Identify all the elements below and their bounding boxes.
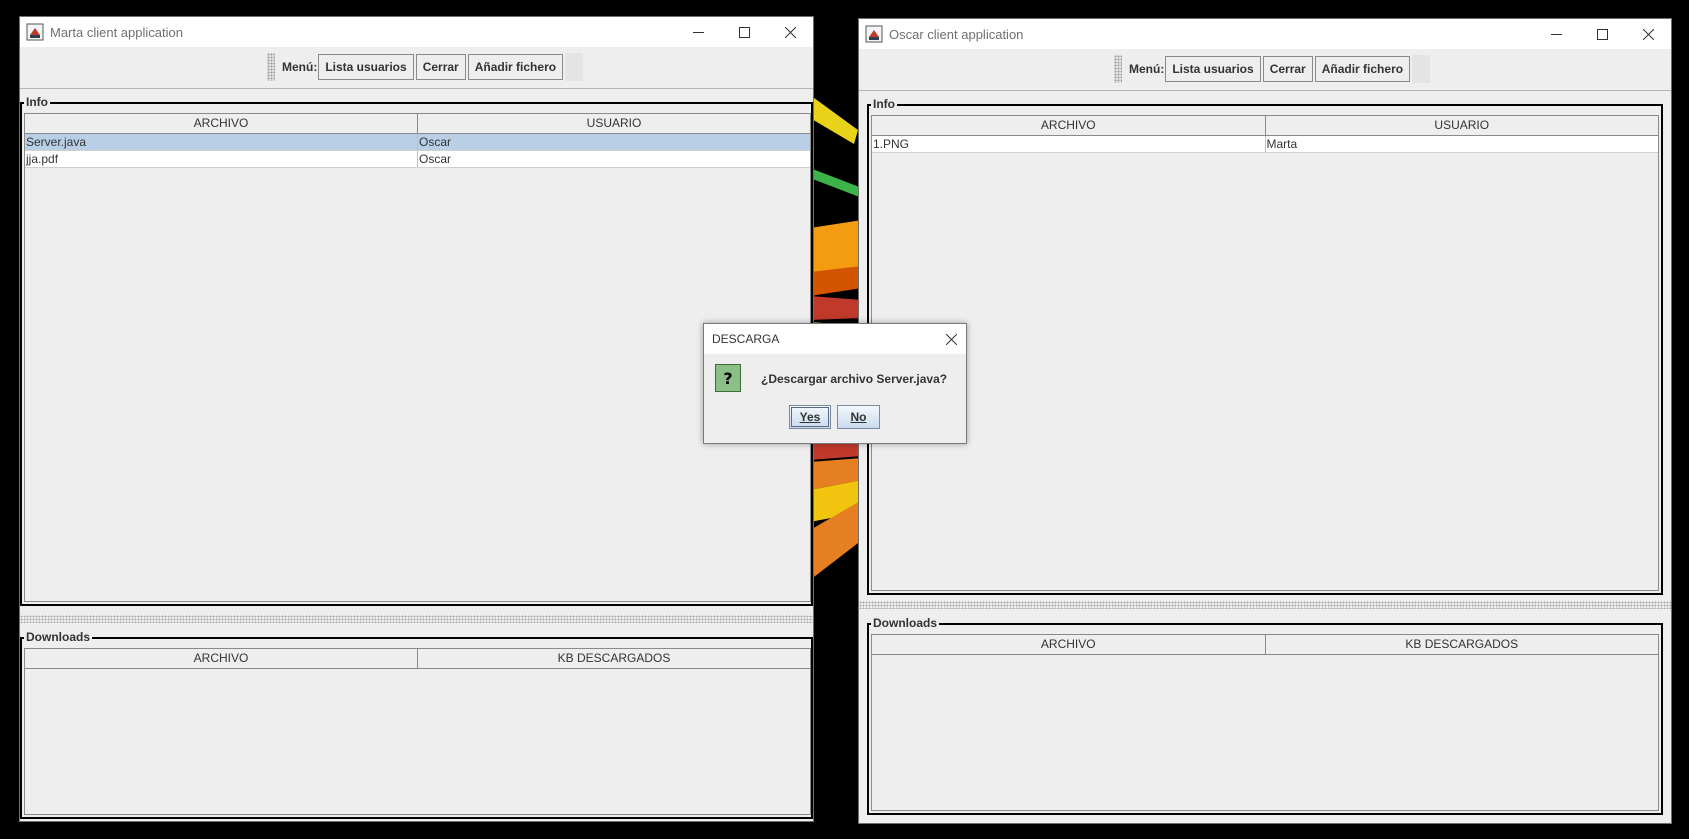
java-app-icon [26,23,44,41]
lista-usuarios-button[interactable]: Lista usuarios [1165,56,1261,82]
minimize-icon [1550,33,1562,35]
descarga-dialog: DESCARGA ? ¿Descargar archivo Server.jav… [703,323,967,444]
toolbar: Menú: Lista usuarios Cerrar Añadir fiche… [267,51,584,83]
toolbar-tail [565,53,584,81]
menu-label: Menú: [1129,62,1165,76]
maximize-button[interactable] [1579,19,1625,49]
desktop: Marta client application Menú: Lista usu… [0,0,1689,839]
no-button[interactable]: No [837,405,880,429]
column-header-archivo[interactable]: ARCHIVO [25,649,417,668]
column-header-archivo[interactable]: ARCHIVO [25,114,417,133]
minimize-button[interactable] [675,17,721,47]
info-panel: Info ARCHIVO USUARIO Server.java Oscar j… [20,95,813,606]
maximize-button[interactable] [721,17,767,47]
close-icon [945,333,957,345]
lista-usuarios-button[interactable]: Lista usuarios [318,54,414,80]
toolbar-separator [20,88,813,89]
cell-archivo: 1.PNG [873,137,910,151]
info-panel-title: Info [871,97,897,111]
toolbar-grip[interactable] [1114,55,1122,83]
titlebar: Marta client application [20,17,813,47]
window-title: Marta client application [50,24,183,40]
titlebar: Oscar client application [859,19,1671,49]
column-header-kb-descargados[interactable]: KB DESCARGADOS [1264,635,1659,654]
info-table: ARCHIVO USUARIO Server.java Oscar jja.pd… [24,113,811,602]
dialog-titlebar: DESCARGA [704,324,966,354]
window-title: Oscar client application [889,26,1024,42]
close-icon [1642,28,1654,40]
minimize-icon [692,31,704,33]
marta-client-window: Marta client application Menú: Lista usu… [19,16,814,822]
toolbar-grip[interactable] [267,53,275,81]
toolbar-tail [1412,55,1431,83]
close-button[interactable] [767,17,813,47]
downloads-panel: Downloads ARCHIVO KB DESCARGADOS [867,616,1663,815]
downloads-table: ARCHIVO KB DESCARGADOS [24,648,811,815]
question-icon: ? [715,364,741,392]
java-app-icon [865,25,883,43]
split-pane-divider[interactable] [859,601,1671,609]
cell-archivo: jja.pdf [26,152,59,166]
column-header-archivo[interactable]: ARCHIVO [872,116,1265,135]
anadir-fichero-button[interactable]: Añadir fichero [467,54,564,80]
downloads-panel-title: Downloads [24,630,93,644]
table-row[interactable]: jja.pdf Oscar [25,151,810,168]
oscar-client-window: Oscar client application Menú: Lista usu… [858,18,1672,824]
info-table-header: ARCHIVO USUARIO [25,114,810,134]
dialog-title: DESCARGA [712,332,780,346]
dialog-message: ¿Descargar archivo Server.java? [761,372,948,386]
info-table-header: ARCHIVO USUARIO [872,116,1658,136]
downloads-table: ARCHIVO KB DESCARGADOS [871,634,1659,811]
column-header-usuario[interactable]: USUARIO [417,114,810,133]
column-header-kb-descargados[interactable]: KB DESCARGADOS [417,649,810,668]
yes-button[interactable]: Yes [789,405,831,429]
anadir-fichero-button[interactable]: Añadir fichero [1314,56,1411,82]
cell-usuario: Marta [1264,136,1659,152]
close-icon [784,26,796,38]
table-row[interactable]: 1.PNG Marta [872,136,1658,153]
cell-usuario: Oscar [417,134,810,150]
toolbar: Menú: Lista usuarios Cerrar Añadir fiche… [1114,53,1431,85]
downloads-table-header: ARCHIVO KB DESCARGADOS [25,649,810,669]
maximize-icon [1596,28,1608,40]
cerrar-button[interactable]: Cerrar [1262,56,1313,82]
table-row[interactable]: Server.java Oscar [25,134,810,151]
close-button[interactable] [1625,19,1671,49]
menu-label: Menú: [282,60,318,74]
info-panel: Info ARCHIVO USUARIO 1.PNG Marta [867,97,1663,595]
cell-usuario: Oscar [417,151,810,167]
cerrar-button[interactable]: Cerrar [415,54,466,80]
downloads-panel: Downloads ARCHIVO KB DESCARGADOS [20,630,813,819]
toolbar-separator [859,90,1671,91]
dialog-close-button[interactable] [936,324,966,354]
maximize-icon [738,26,750,38]
downloads-table-header: ARCHIVO KB DESCARGADOS [872,635,1658,655]
downloads-panel-title: Downloads [871,616,940,630]
minimize-button[interactable] [1533,19,1579,49]
info-panel-title: Info [24,95,50,109]
column-header-usuario[interactable]: USUARIO [1264,116,1659,135]
column-header-archivo[interactable]: ARCHIVO [872,635,1265,654]
info-table: ARCHIVO USUARIO 1.PNG Marta [871,115,1659,591]
cell-archivo: Server.java [26,135,87,149]
split-pane-divider[interactable] [20,615,813,623]
